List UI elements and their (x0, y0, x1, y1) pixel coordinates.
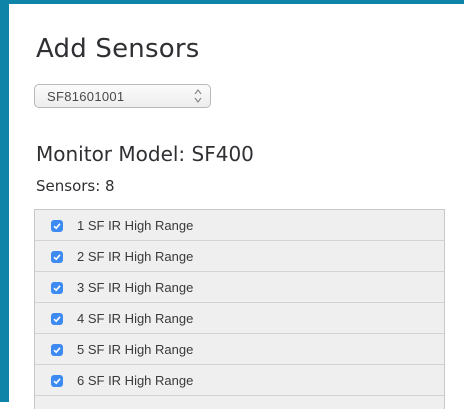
page-title: Add Sensors (36, 34, 200, 64)
sensor-row[interactable]: 3 SF IR High Range (35, 272, 444, 303)
sensor-label: 3 SF IR High Range (77, 280, 194, 295)
sensor-row[interactable]: 1 SF IR High Range (35, 210, 444, 241)
frame-left-border (0, 0, 9, 402)
checkbox-checked-icon[interactable] (51, 375, 63, 387)
checkbox-checked-icon[interactable] (51, 251, 63, 263)
checkbox-checked-icon[interactable] (51, 344, 63, 356)
sensor-label: 5 SF IR High Range (77, 342, 194, 357)
frame-top-border (0, 0, 464, 4)
sensor-label: 2 SF IR High Range (77, 249, 194, 264)
sensor-row[interactable]: 2 SF IR High Range (35, 241, 444, 272)
updown-arrows-icon (194, 88, 202, 104)
sensor-row[interactable]: 4 SF IR High Range (35, 303, 444, 334)
sensor-label: 4 SF IR High Range (77, 311, 194, 326)
sensor-row[interactable]: 6 SF IR High Range (35, 365, 444, 396)
checkbox-checked-icon[interactable] (51, 313, 63, 325)
sensor-label: 1 SF IR High Range (77, 218, 194, 233)
monitor-model-heading: Monitor Model: SF400 (36, 142, 254, 166)
sensor-row[interactable]: 5 SF IR High Range (35, 334, 444, 365)
checkbox-checked-icon[interactable] (51, 220, 63, 232)
sensors-count: Sensors: 8 (36, 177, 115, 195)
serial-select[interactable]: SF81601001 (34, 84, 211, 108)
checkbox-checked-icon[interactable] (51, 282, 63, 294)
serial-select-value: SF81601001 (47, 89, 125, 104)
sensor-label: 6 SF IR High Range (77, 373, 194, 388)
sensor-list: 1 SF IR High Range 2 SF IR High Range 3 … (34, 209, 445, 409)
dialog-frame: Add Sensors SF81601001 Monitor Model: SF… (0, 0, 464, 409)
